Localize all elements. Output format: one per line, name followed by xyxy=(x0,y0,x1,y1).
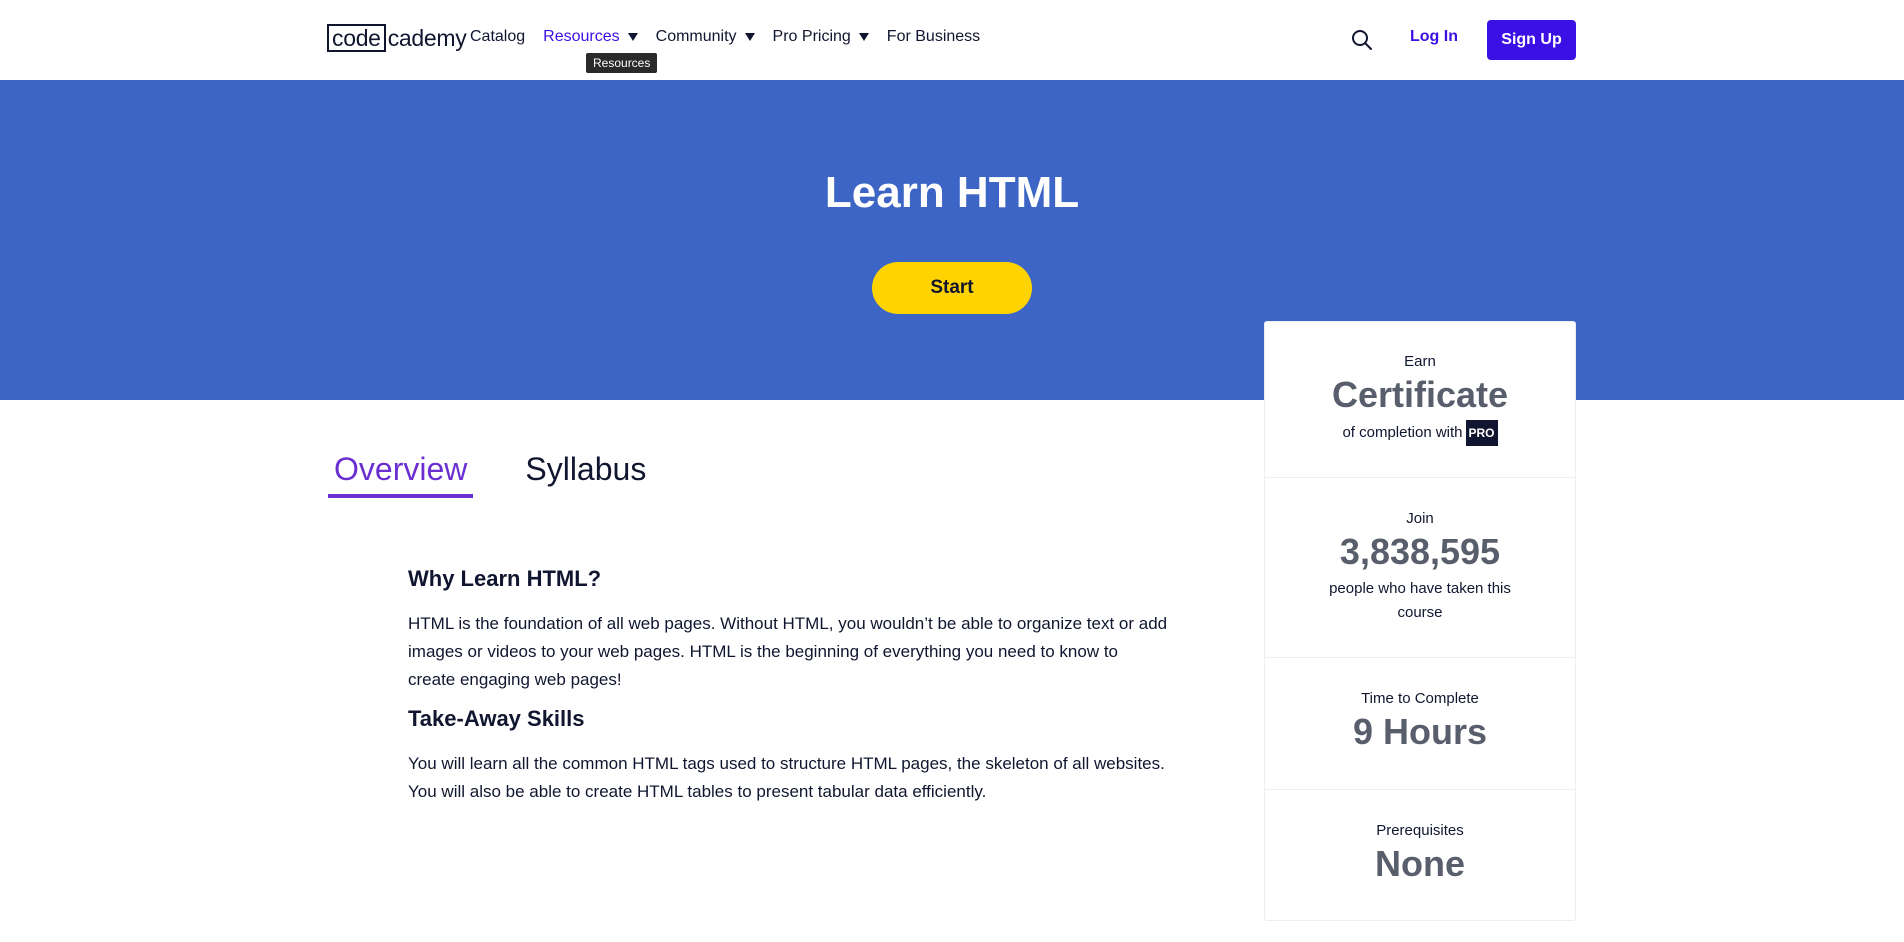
logo-code-part: code xyxy=(327,24,386,52)
codecademy-logo[interactable]: code cademy xyxy=(327,23,467,53)
main-nav: Catalog Resources Community Pro Pricing … xyxy=(470,28,998,46)
course-info-card: Earn Certificate of completion with PRO J… xyxy=(1264,321,1576,921)
certificate-desc-text: of completion with xyxy=(1342,424,1463,441)
nav-catalog[interactable]: Catalog xyxy=(470,28,525,46)
prereq-label: Prerequisites xyxy=(1376,821,1464,839)
nav-pro-pricing-label: Pro Pricing xyxy=(772,28,851,45)
prereq-value: None xyxy=(1375,842,1465,884)
time-value: 9 Hours xyxy=(1352,711,1488,752)
signup-button[interactable]: Sign Up xyxy=(1487,20,1576,60)
time-section: Time to Complete 9 Hours xyxy=(1265,658,1575,790)
join-label: Join xyxy=(1406,510,1434,527)
learner-count: 3,838,595 xyxy=(1339,531,1501,572)
time-label: Time to Complete xyxy=(1361,690,1479,707)
nav-resources-label: Resources xyxy=(543,28,620,45)
certificate-value: Certificate xyxy=(1331,374,1509,415)
prereq-section: Prerequisites None xyxy=(1265,790,1575,920)
course-title: Learn HTML xyxy=(824,168,1080,217)
tab-overview[interactable]: Overview xyxy=(328,448,474,498)
nav-for-business[interactable]: For Business xyxy=(887,28,980,46)
learner-count-desc: people who have taken this course xyxy=(1329,580,1511,621)
chevron-down-icon xyxy=(627,33,638,41)
earn-label: Earn xyxy=(1404,353,1436,370)
overview-content: Why Learn HTML? HTML is the foundation o… xyxy=(408,566,1168,818)
chevron-down-icon xyxy=(858,33,869,41)
course-tabs: Overview Syllabus xyxy=(328,448,698,498)
why-learn-text: HTML is the foundation of all web pages.… xyxy=(408,614,1168,689)
pro-badge: PRO xyxy=(1465,420,1498,446)
course-hero: Learn HTML Start xyxy=(0,80,1904,400)
start-button[interactable]: Start xyxy=(872,262,1032,314)
nav-catalog-label: Catalog xyxy=(470,28,526,45)
takeaway-heading: Take-Away Skills xyxy=(408,706,585,731)
certificate-section: Earn Certificate of completion with PRO xyxy=(1265,322,1575,478)
nav-pro-pricing[interactable]: Pro Pricing xyxy=(773,28,869,46)
nav-resources[interactable]: Resources xyxy=(543,28,638,46)
login-link[interactable]: Log In xyxy=(1410,28,1458,46)
search-icon xyxy=(1352,30,1372,50)
search-button[interactable] xyxy=(1350,28,1374,52)
nav-community-label: Community xyxy=(655,28,737,45)
logo-cademy-part: cademy xyxy=(387,24,467,51)
nav-for-business-label: For Business xyxy=(886,28,981,45)
certificate-desc: of completion with PRO xyxy=(1342,420,1498,446)
resources-tooltip: Resources xyxy=(586,53,658,73)
tab-syllabus[interactable]: Syllabus xyxy=(519,448,652,498)
join-section: Join 3,838,595 people who have taken thi… xyxy=(1265,478,1575,658)
takeaway-text: You will learn all the common HTML tags … xyxy=(408,754,1165,801)
why-learn-heading: Why Learn HTML? xyxy=(408,566,602,591)
site-header: code cademy Catalog Resources Community … xyxy=(0,0,1904,80)
nav-community[interactable]: Community xyxy=(656,28,755,46)
chevron-down-icon xyxy=(744,33,755,41)
